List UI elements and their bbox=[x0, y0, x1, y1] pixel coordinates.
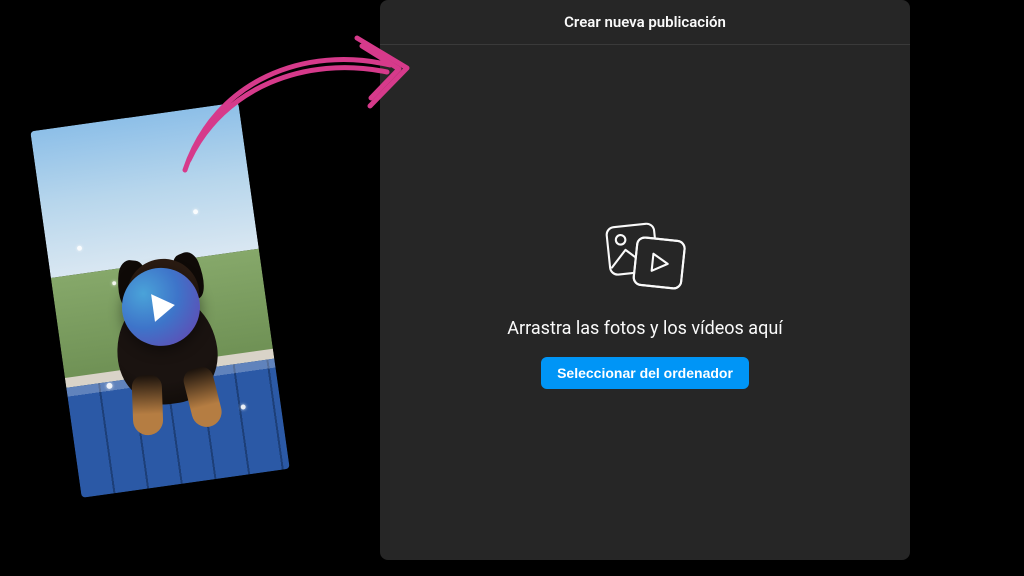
dropzone-hint: Arrastra las fotos y los vídeos aquí bbox=[507, 318, 782, 339]
modal-title: Crear nueva publicación bbox=[380, 0, 910, 45]
media-placeholder-icon bbox=[597, 216, 693, 300]
video-thumbnail[interactable] bbox=[30, 102, 289, 498]
upload-dropzone[interactable]: Arrastra las fotos y los vídeos aquí Sel… bbox=[380, 45, 910, 560]
select-from-computer-button[interactable]: Seleccionar del ordenador bbox=[541, 357, 749, 389]
create-post-modal: Crear nueva publicación Arrastra las fot… bbox=[380, 0, 910, 560]
